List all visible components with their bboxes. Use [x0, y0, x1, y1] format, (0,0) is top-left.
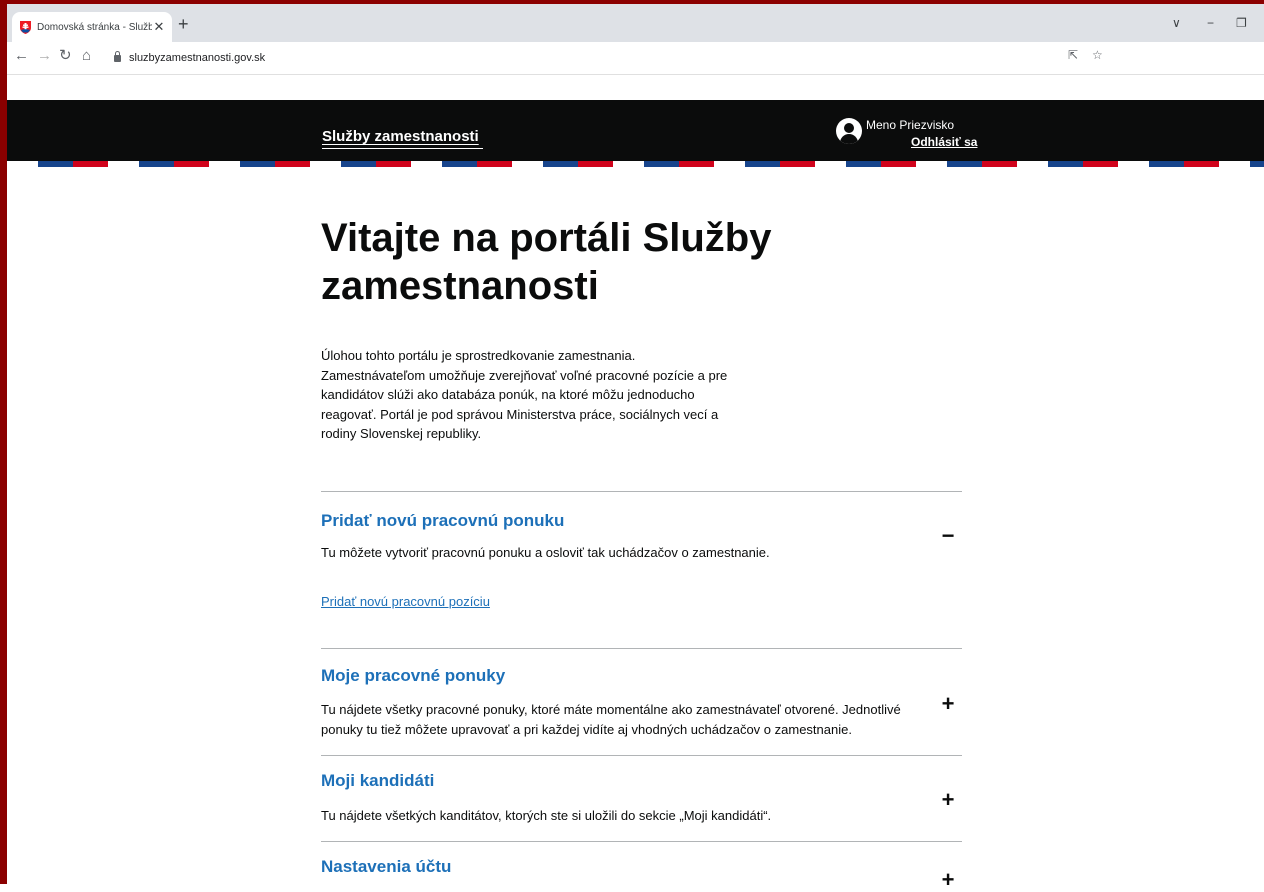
- section-title-account-settings[interactable]: Nastavenia účtu: [321, 857, 451, 877]
- lock-icon: [114, 50, 121, 62]
- reload-icon[interactable]: ↻: [59, 48, 72, 63]
- user-avatar-icon: [836, 118, 862, 144]
- window-frame-top: [0, 0, 1264, 4]
- browser-tab-strip: Domovská stránka - Služby zame ✕ + ∨ − ❐: [0, 4, 1264, 42]
- page-top-spacer: [0, 75, 1264, 100]
- shield-favicon-icon: [20, 20, 31, 34]
- flag-stripe-border: [7, 161, 1264, 167]
- restore-icon[interactable]: ❐: [1236, 16, 1247, 30]
- user-name: Meno Priezvisko: [866, 118, 955, 132]
- site-header: [7, 100, 1264, 164]
- new-tab-icon[interactable]: +: [178, 15, 189, 33]
- brand-underline: [322, 148, 483, 149]
- back-icon[interactable]: ←: [14, 48, 29, 63]
- logout-link[interactable]: Odhlásiť sa: [911, 135, 977, 149]
- intro-paragraph: Úlohou tohto portálu je sprostredkovanie…: [321, 348, 728, 441]
- bookmark-star-icon[interactable]: ☆: [1092, 48, 1103, 62]
- section-desc-my-offers: Tu nájdete všetky pracovné ponuky, ktoré…: [321, 702, 901, 737]
- section-desc-my-candidates: Tu nájdete všetkých kanditátov, ktorých …: [321, 808, 772, 823]
- address-bar[interactable]: sluzbyzamestnanosti.gov.sk: [110, 45, 1130, 71]
- forward-icon[interactable]: →: [37, 48, 52, 63]
- home-icon[interactable]: ⌂: [82, 48, 91, 63]
- tab-title: Domovská stránka - Služby zame: [37, 21, 152, 33]
- browser-toolbar: ← → ↻ ⌂ sluzbyzamestnanosti.gov.sk ⇱ ☆: [0, 42, 1264, 75]
- section-divider: [321, 755, 962, 756]
- add-position-link[interactable]: Pridať novú pracovnú pozíciu: [321, 594, 490, 609]
- section-divider: [321, 648, 962, 649]
- share-icon[interactable]: ⇱: [1068, 48, 1078, 62]
- expand-icon[interactable]: +: [936, 868, 960, 892]
- site-brand-link[interactable]: Služby zamestnanosti: [322, 128, 479, 145]
- section-divider: [321, 841, 962, 842]
- tab-search-icon[interactable]: ∨: [1172, 16, 1181, 30]
- url-text: sluzbyzamestnanosti.gov.sk: [129, 52, 266, 64]
- minimize-icon[interactable]: −: [1207, 16, 1214, 30]
- section-divider: [321, 491, 962, 492]
- section-title-my-candidates[interactable]: Moji kandidáti: [321, 771, 434, 791]
- browser-tab[interactable]: Domovská stránka - Služby zame ✕: [12, 12, 172, 42]
- section-title-add-offer[interactable]: Pridať novú pracovnú ponuku: [321, 511, 564, 531]
- window-frame-left: [0, 0, 7, 884]
- page-title: Vitajte na portáli Služby zamestnanosti: [321, 216, 772, 308]
- section-desc-add-offer: Tu môžete vytvoriť pracovnú ponuku a osl…: [321, 545, 770, 560]
- tab-close-icon[interactable]: ✕: [152, 19, 166, 35]
- section-title-my-offers[interactable]: Moje pracovné ponuky: [321, 666, 505, 686]
